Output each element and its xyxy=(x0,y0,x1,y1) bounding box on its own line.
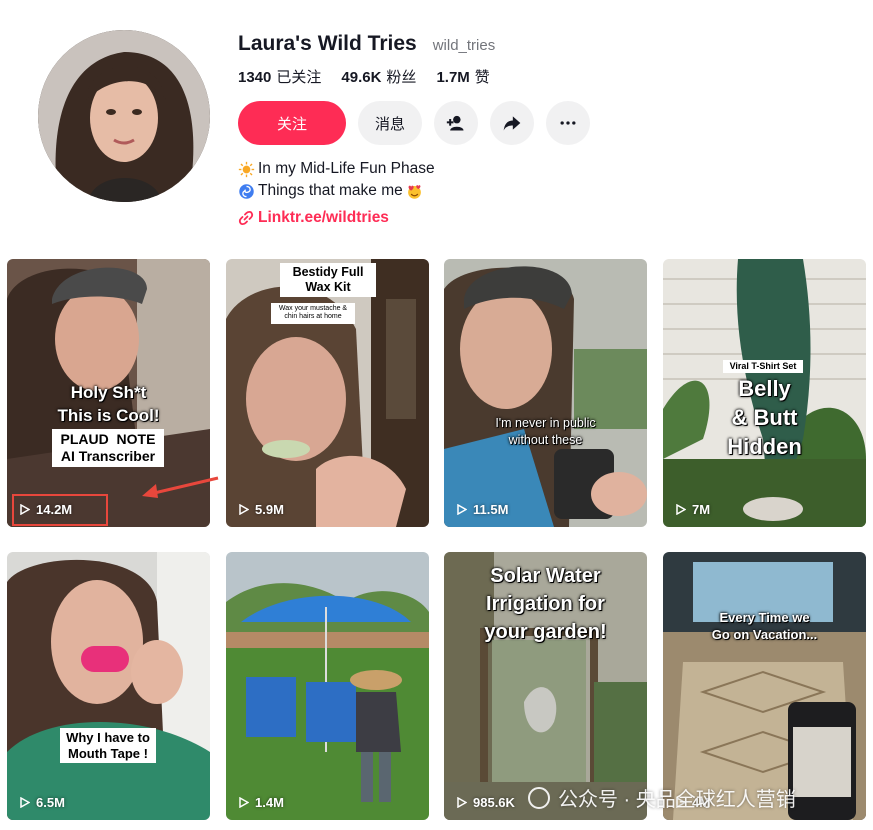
video-thumbnail xyxy=(444,259,647,527)
message-button[interactable]: 消息 xyxy=(358,101,422,145)
video-card-6[interactable]: 1.4M xyxy=(226,552,429,820)
video-card-4[interactable]: Viral T-Shirt Set Belly & Butt Hidden 7M xyxy=(663,259,866,527)
video-card-3[interactable]: I'm never in public without these 11.5M xyxy=(444,259,647,527)
video-label-line1: PLAUD NOTE xyxy=(60,431,156,447)
play-icon xyxy=(676,504,686,515)
video-thumbnail xyxy=(226,552,429,820)
video-caption-line1: Belly xyxy=(738,376,791,401)
bio-line-1: In my Mid-Life Fun Phase xyxy=(238,158,435,180)
likes-count: 1.7M xyxy=(436,69,470,86)
view-count-text: 11.5M xyxy=(473,502,509,517)
video-note-line2: chin hairs at home xyxy=(284,313,342,321)
play-icon xyxy=(20,797,30,808)
likes-label: 赞 xyxy=(474,69,490,86)
video-label-box: Why I have to Mouth Tape ! xyxy=(60,728,156,764)
video-caption-line2: Go on Vacation... xyxy=(711,627,818,642)
watermark: 公众号 · 央品全球红人营销 xyxy=(528,783,796,812)
video-caption-line2: without these xyxy=(508,433,583,447)
watermark-text: 公众号 · 央品全球红人营销 xyxy=(558,789,796,811)
likes-stat: 1.7M 赞 xyxy=(436,66,489,87)
view-count: 7M xyxy=(676,502,710,517)
video-caption-line1: Holy Sh*t xyxy=(70,383,147,402)
video-label-box: PLAUD NOTE AI Transcriber xyxy=(52,429,164,467)
link-icon xyxy=(238,210,254,226)
video-note-box: Wax your mustache & chin hairs at home xyxy=(271,303,355,324)
view-count: 1.4M xyxy=(239,795,284,810)
video-caption-line1: Solar Water xyxy=(490,565,601,587)
play-icon xyxy=(239,504,249,515)
video-label-box: Bestidy Full Wax Kit xyxy=(280,263,376,297)
bio-text-2: Things that make me xyxy=(258,182,403,199)
followers-label: 粉丝 xyxy=(386,69,417,86)
add-friend-button[interactable] xyxy=(434,101,478,145)
view-count-text: 6.5M xyxy=(36,795,65,810)
video-card-5[interactable]: Why I have to Mouth Tape ! 6.5M xyxy=(7,552,210,820)
bio-text-1: In my Mid-Life Fun Phase xyxy=(258,160,435,177)
play-icon xyxy=(457,504,467,515)
more-options-button[interactable] xyxy=(546,101,590,145)
profile-avatar[interactable] xyxy=(38,30,210,202)
profile-name: Laura's Wild Tries xyxy=(238,32,417,55)
video-label-line2: Mouth Tape ! xyxy=(68,745,148,761)
smiling-face-hearts-icon xyxy=(407,184,421,199)
video-caption-line2: & Butt xyxy=(731,405,798,430)
video-label-line1: Bestidy Full xyxy=(292,265,364,279)
profile-link[interactable]: Linktr.ee/wildtries xyxy=(238,209,389,227)
view-count: 6.5M xyxy=(20,795,65,810)
video-caption-line2: Irrigation for xyxy=(486,593,605,615)
video-thumbnail xyxy=(663,552,866,820)
profile-actions: 关注 消息 xyxy=(238,101,590,145)
video-card-7[interactable]: Solar Water Irrigation for your garden! … xyxy=(444,552,647,820)
profile-name-row: Laura's Wild Tries wild_tries xyxy=(238,32,495,56)
highlight-box xyxy=(12,494,108,526)
view-count: 985.6K xyxy=(457,795,515,810)
following-label: 已关注 xyxy=(276,69,322,86)
video-caption-line1: Every Time we xyxy=(719,610,810,625)
view-count-text: 5.9M xyxy=(255,502,284,517)
video-thumbnail xyxy=(7,552,210,820)
view-count: 11.5M xyxy=(457,502,508,517)
following-count: 1340 xyxy=(238,69,272,86)
video-tag: Viral T-Shirt Set xyxy=(723,360,803,373)
video-card-2[interactable]: Bestidy Full Wax Kit Wax your mustache &… xyxy=(226,259,429,527)
bio-line-2: Things that make me xyxy=(238,180,435,202)
cyclone-icon xyxy=(239,183,254,199)
share-icon xyxy=(503,116,521,131)
view-count-text: 1.4M xyxy=(255,795,284,810)
sun-icon xyxy=(238,161,255,177)
view-count-text: 7M xyxy=(692,502,711,517)
followers-stat[interactable]: 49.6K 粉丝 xyxy=(341,66,416,87)
play-icon xyxy=(239,797,249,808)
red-arrow-icon xyxy=(142,476,219,498)
followers-count: 49.6K xyxy=(341,69,382,86)
video-note-line1: Wax your mustache & xyxy=(278,305,348,312)
view-count-text: 985.6K xyxy=(473,795,515,810)
profile-bio: In my Mid-Life Fun Phase Things that mak… xyxy=(238,158,435,202)
view-count: 5.9M xyxy=(239,502,284,517)
video-caption-line3: Hidden xyxy=(727,434,802,459)
video-label-line2: Wax Kit xyxy=(305,280,351,294)
play-icon xyxy=(457,797,467,808)
more-icon xyxy=(560,121,576,125)
profile-link-text: Linktr.ee/wildtries xyxy=(258,209,389,226)
following-stat[interactable]: 1340 已关注 xyxy=(238,66,321,87)
video-thumbnail xyxy=(226,259,429,527)
video-label-line2: AI Transcriber xyxy=(60,447,156,464)
add-user-icon xyxy=(446,115,464,131)
video-caption-line1: I'm never in public xyxy=(495,416,596,430)
video-caption-line3: your garden! xyxy=(484,621,607,643)
profile-stats: 1340 已关注 49.6K 粉丝 1.7M 赞 xyxy=(238,66,490,87)
follow-button[interactable]: 关注 xyxy=(238,101,346,145)
profile-handle: wild_tries xyxy=(432,37,496,54)
video-card-8[interactable]: Every Time we Go on Vacation... 4M xyxy=(663,552,866,820)
wechat-icon xyxy=(528,786,550,809)
video-label-line1: Why I have to xyxy=(66,730,150,745)
video-caption-line2: This is Cool! xyxy=(57,406,160,425)
share-button[interactable] xyxy=(490,101,534,145)
